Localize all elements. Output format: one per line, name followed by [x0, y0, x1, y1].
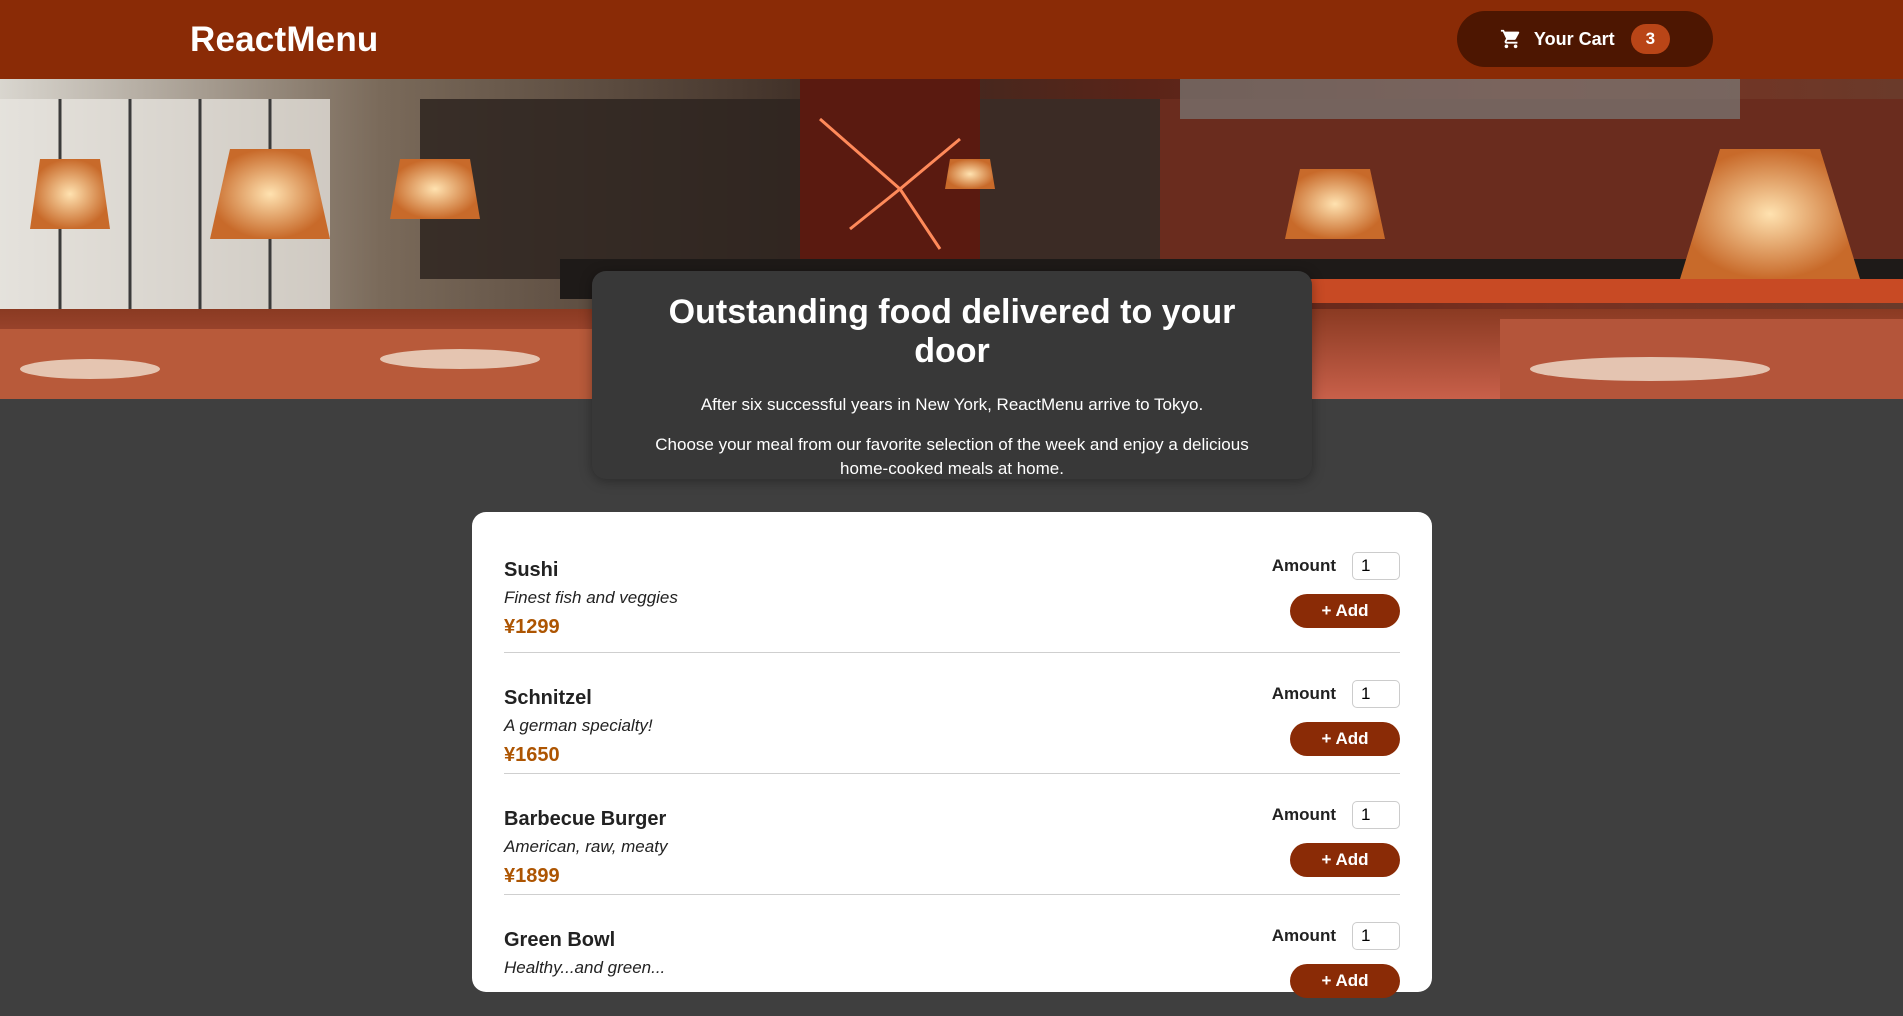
summary-card: Outstanding food delivered to your door …	[592, 271, 1312, 479]
meal-item-barbecue-burger: Barbecue Burger American, raw, meaty ¥18…	[504, 774, 1400, 895]
meal-price: ¥1299	[504, 616, 560, 638]
meal-price: ¥1650	[504, 744, 560, 766]
cart-button[interactable]: Your Cart 3	[1457, 11, 1713, 67]
meals-list: Sushi Finest fish and veggies ¥1299 Amou…	[472, 512, 1432, 998]
add-button[interactable]: + Add	[1290, 594, 1400, 628]
meal-name: Schnitzel	[504, 687, 592, 709]
brand-logo[interactable]: ReactMenu	[190, 20, 379, 60]
meal-description: A german specialty!	[504, 716, 653, 735]
add-button[interactable]: + Add	[1290, 722, 1400, 756]
summary-title: Outstanding food delivered to your door	[668, 293, 1236, 370]
meal-description: Healthy...and green...	[504, 958, 666, 977]
meal-name: Sushi	[504, 559, 559, 581]
amount-input[interactable]	[1352, 801, 1400, 829]
cart-icon	[1500, 29, 1520, 49]
amount-row: Amount	[1272, 552, 1400, 580]
amount-label: Amount	[1271, 805, 1336, 824]
summary-paragraph-choose: Choose your meal from our favorite selec…	[655, 435, 1249, 478]
amount-label: Amount	[1271, 684, 1336, 703]
app-header: ReactMenu Your Cart 3	[0, 0, 1903, 79]
cart-count-badge: 3	[1630, 24, 1671, 54]
meal-item-green-bowl: Green Bowl Healthy...and green... Amount…	[504, 895, 1400, 1016]
meal-name: Green Bowl	[504, 929, 616, 951]
cart-label: Your Cart	[1533, 28, 1615, 49]
amount-row: Amount	[1272, 680, 1400, 708]
add-button[interactable]: + Add	[1290, 843, 1400, 877]
meal-item-schnitzel: Schnitzel A german specialty! ¥1650 Amou…	[504, 653, 1400, 774]
amount-input[interactable]	[1352, 680, 1400, 708]
amount-row: Amount	[1272, 922, 1400, 950]
meal-description: Finest fish and veggies	[504, 588, 678, 607]
add-button[interactable]: + Add	[1290, 964, 1400, 998]
meal-price: ¥1899	[504, 865, 560, 887]
summary-paragraph-intro: After six successful years in New York, …	[700, 395, 1204, 414]
amount-label: Amount	[1271, 556, 1336, 575]
amount-input[interactable]	[1352, 552, 1400, 580]
meal-description: American, raw, meaty	[504, 837, 668, 856]
amount-input[interactable]	[1352, 922, 1400, 950]
amount-label: Amount	[1271, 926, 1336, 945]
meal-item-sushi: Sushi Finest fish and veggies ¥1299 Amou…	[504, 532, 1400, 653]
amount-row: Amount	[1272, 801, 1400, 829]
meal-name: Barbecue Burger	[504, 808, 667, 830]
